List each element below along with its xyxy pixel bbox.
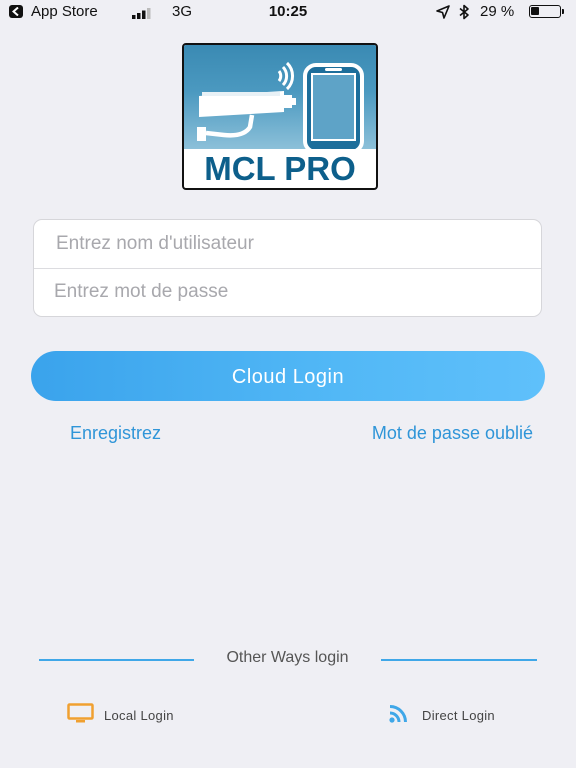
- logo-text: MCL PRO: [204, 150, 356, 187]
- camera-phone-icon: [197, 61, 364, 154]
- battery-icon: [529, 5, 561, 18]
- local-login-button[interactable]: Local Login: [67, 702, 174, 728]
- app-logo: MCL PRO: [182, 43, 378, 190]
- cloud-login-button[interactable]: Cloud Login: [31, 351, 545, 401]
- password-input[interactable]: [34, 268, 541, 316]
- local-login-label: Local Login: [104, 707, 174, 723]
- battery-percent: 29 %: [480, 3, 515, 20]
- wifi-icon: [388, 702, 412, 729]
- other-ways-divider-left: [39, 659, 194, 661]
- username-input[interactable]: [34, 220, 541, 268]
- bluetooth-icon: [458, 4, 470, 24]
- other-ways-title: Other Ways login: [226, 649, 349, 666]
- status-bar: App Store 3G 10:25 29 %: [0, 0, 576, 24]
- forgot-password-link[interactable]: Mot de passe oublié: [372, 423, 533, 444]
- location-arrow-icon: [436, 5, 450, 23]
- logo-graphic: [184, 45, 376, 154]
- login-form: [33, 219, 542, 317]
- direct-login-label: Direct Login: [422, 707, 495, 723]
- battery-tip: [562, 9, 564, 14]
- direct-login-button[interactable]: Direct Login: [388, 703, 495, 727]
- register-link[interactable]: Enregistrez: [70, 423, 161, 444]
- monitor-icon: [67, 702, 94, 728]
- other-ways-divider-right: [381, 659, 537, 661]
